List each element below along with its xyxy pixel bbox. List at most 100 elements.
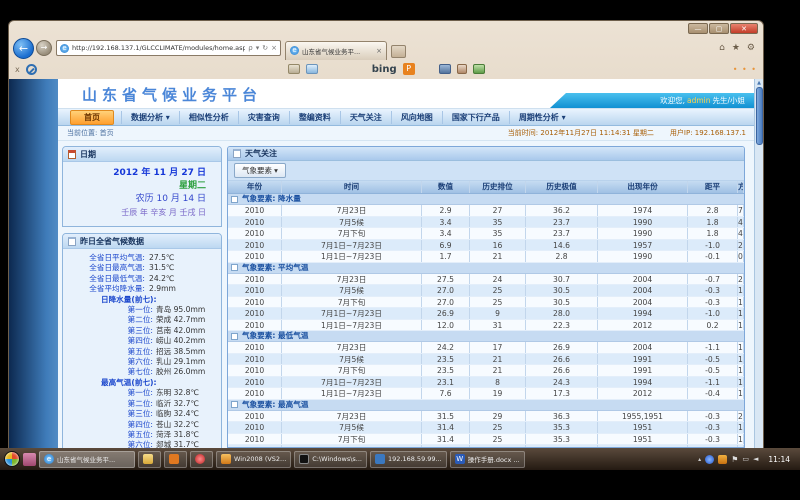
table-row[interactable]: 2010 7月5候 31.4 25 35.3 1951 -0.3 1.9 bbox=[228, 422, 744, 434]
home-icon[interactable]: ⌂ bbox=[719, 43, 725, 53]
start-button[interactable] bbox=[4, 451, 20, 467]
table-row[interactable]: 2010 7月下旬 31.4 25 35.3 1951 -0.3 1.9 bbox=[228, 434, 744, 446]
table-row[interactable]: 2010 7月5候 3.4 35 23.7 1990 1.8 4.8 bbox=[228, 217, 744, 229]
section-header-min-temp[interactable]: 气象要素: 最低气温 bbox=[228, 331, 744, 342]
favorites-star-icon[interactable]: ★ bbox=[732, 43, 740, 53]
table-row[interactable]: 2010 7月下旬 27.0 25 30.5 2004 -0.3 1.6 bbox=[228, 297, 744, 309]
cell-variance: 1.9 bbox=[738, 422, 744, 433]
cell-time: 7月5候 bbox=[282, 422, 422, 433]
table-row[interactable]: 2010 1月1日~7月23日 1.7 21 2.8 1990 -0.1 0.4 bbox=[228, 251, 744, 263]
expand-toggle-icon[interactable] bbox=[231, 196, 238, 203]
precip-ranking-row: 第二位: 荣成 42.7mm bbox=[65, 315, 215, 325]
minimize-button[interactable]: — bbox=[688, 23, 708, 34]
taskbar-button[interactable] bbox=[164, 451, 187, 468]
tray-expand-icon[interactable]: ▴ bbox=[698, 456, 701, 463]
browser-tab[interactable]: e 山东省气候业务平... × bbox=[285, 41, 387, 60]
table-row[interactable]: 2010 7月1日~7月23日 26.9 9 28.0 1994 -1.0 1.… bbox=[228, 308, 744, 320]
expand-toggle-icon[interactable] bbox=[231, 264, 238, 271]
taskbar-button[interactable]: e 山东省气候业务平... bbox=[39, 451, 135, 468]
bing-tile-icon[interactable]: P bbox=[403, 63, 415, 75]
blocked-circle-icon[interactable] bbox=[26, 64, 37, 75]
nav-item[interactable]: 相似性分析 bbox=[179, 111, 238, 124]
refresh-icon[interactable]: ↻ bbox=[262, 44, 268, 52]
table-row[interactable]: 2010 7月1日~7月23日 31.5 9 33.0 1997 -1.0 1.… bbox=[228, 445, 744, 447]
taskbar-button[interactable]: 192.168.59.99... bbox=[370, 451, 447, 468]
back-button[interactable]: ← bbox=[13, 38, 34, 59]
high-temp-ranking-row: 第一位: 东明 32.8℃ bbox=[65, 388, 215, 398]
table-row[interactable]: 2010 7月5候 23.5 21 26.6 1991 -0.5 1.6 bbox=[228, 354, 744, 366]
pinned-app-icon[interactable] bbox=[23, 453, 36, 466]
table-row[interactable]: 2010 7月1日~7月23日 6.9 16 14.6 1957 -1.0 2.… bbox=[228, 240, 744, 252]
toolbar-overflow-icon[interactable]: • • • bbox=[733, 65, 757, 74]
messenger-icon[interactable] bbox=[705, 455, 714, 464]
volume-icon[interactable]: ◄ bbox=[753, 455, 758, 464]
figure-icon[interactable] bbox=[457, 64, 467, 74]
table-row[interactable]: 2010 7月下旬 3.4 35 23.7 1990 1.8 4.8 bbox=[228, 228, 744, 240]
cell-extreme-year: 1957 bbox=[598, 240, 688, 251]
cell-value: 23.5 bbox=[422, 365, 470, 376]
table-row[interactable]: 2010 7月23日 27.5 24 30.7 2004 -0.7 2.0 bbox=[228, 274, 744, 286]
section-header-max-temp[interactable]: 气象要素: 最高气温 bbox=[228, 400, 744, 411]
page-scrollbar[interactable]: ▲ bbox=[754, 79, 763, 448]
table-row[interactable]: 2010 1月1日~7月23日 12.0 31 22.3 2012 0.2 1.… bbox=[228, 320, 744, 332]
addon-icon[interactable] bbox=[473, 64, 485, 74]
expand-toggle-icon[interactable] bbox=[231, 333, 238, 340]
security-icon[interactable] bbox=[718, 455, 727, 464]
url-text[interactable]: http://192.168.137.1/GLCCLIMATE/modules/… bbox=[72, 44, 245, 52]
stop-icon[interactable]: × bbox=[271, 44, 277, 52]
nav-item[interactable]: 整编资料 bbox=[289, 111, 340, 124]
search-icon[interactable]: ρ bbox=[248, 44, 252, 52]
table-row[interactable]: 2010 7月1日~7月23日 23.1 8 24.3 1994 -1.1 1.… bbox=[228, 377, 744, 389]
section-header-precip[interactable]: 气象要素: 降水量 bbox=[228, 194, 744, 205]
cell-time: 7月下旬 bbox=[282, 297, 422, 308]
bing-logo[interactable]: bing bbox=[372, 64, 397, 75]
action-center-flag-icon[interactable]: ⚑ bbox=[731, 455, 738, 464]
tab-title[interactable]: 山东省气候业务平... bbox=[302, 46, 373, 56]
mail-icon[interactable] bbox=[306, 64, 318, 74]
nav-item[interactable]: 国家下行产品 bbox=[442, 111, 509, 124]
address-bar[interactable]: e http://192.168.137.1/GLCCLIMATE/module… bbox=[56, 40, 281, 56]
camera-icon[interactable] bbox=[439, 64, 451, 74]
cell-value: 3.4 bbox=[422, 217, 470, 228]
table-row[interactable]: 2010 7月23日 31.5 29 36.3 1955,1951 -0.3 2… bbox=[228, 411, 744, 423]
taskbar-button[interactable]: C:\Windows\s... bbox=[294, 451, 367, 468]
table-row[interactable]: 2010 1月1日~7月23日 7.6 19 17.3 2012 -0.4 1.… bbox=[228, 388, 744, 400]
cell-extreme: 2.8 bbox=[526, 251, 598, 262]
maximize-button[interactable]: ▢ bbox=[709, 23, 729, 34]
nav-item[interactable]: 天气关注 bbox=[340, 111, 391, 124]
table-row[interactable]: 2010 7月23日 24.2 17 26.9 2004 -1.1 1.8 bbox=[228, 342, 744, 354]
expand-toggle-icon[interactable] bbox=[231, 401, 238, 408]
cell-rank: 16 bbox=[470, 240, 526, 251]
nav-item[interactable]: 周期性分析 ▾ bbox=[509, 111, 575, 124]
breadcrumb: 当前位置: 首页 bbox=[67, 128, 114, 138]
cell-year: 2010 bbox=[228, 205, 282, 216]
network-icon[interactable]: ▭ bbox=[742, 455, 749, 464]
settings-gear-icon[interactable]: ⚙ bbox=[747, 43, 755, 53]
toolbar-close-icon[interactable]: x bbox=[15, 65, 20, 74]
content-area: 日期 2012 年 11 月 27 日 星期二 农历 10 月 14 日 壬辰 … bbox=[58, 142, 755, 448]
nav-item[interactable]: 风向地图 bbox=[391, 111, 442, 124]
forward-button[interactable]: → bbox=[36, 40, 52, 56]
card-icon[interactable] bbox=[288, 64, 300, 74]
summary-row: 全省日最高气温: 31.5℃ bbox=[65, 263, 215, 273]
nav-item[interactable]: 首页 bbox=[70, 110, 114, 125]
table-row[interactable]: 2010 7月下旬 23.5 21 26.6 1991 -0.5 1.6 bbox=[228, 365, 744, 377]
taskbar-button[interactable]: W 操作手册.docx ... bbox=[450, 451, 525, 468]
table-row[interactable]: 2010 7月23日 2.9 27 36.2 1974 2.8 7.6 bbox=[228, 205, 744, 217]
taskbar-button[interactable]: Win2008 (VS2... bbox=[216, 451, 291, 468]
tab-close-icon[interactable]: × bbox=[376, 47, 382, 55]
nav-item[interactable]: 灾害查询 bbox=[238, 111, 289, 124]
cell-rank: 35 bbox=[470, 217, 526, 228]
close-button[interactable]: ✕ bbox=[730, 23, 758, 34]
table-row[interactable]: 2010 7月5候 27.0 25 30.5 2004 -0.3 1.6 bbox=[228, 285, 744, 297]
scrollbar-thumb[interactable] bbox=[756, 87, 763, 145]
taskbar-button[interactable] bbox=[138, 451, 161, 468]
new-tab-button[interactable] bbox=[391, 45, 406, 58]
taskbar-clock[interactable]: 11:14 bbox=[762, 455, 796, 464]
nav-item[interactable]: 数据分析 ▾ bbox=[121, 111, 179, 124]
scroll-up-icon[interactable]: ▲ bbox=[757, 79, 761, 87]
element-filter-button[interactable]: 气象要素 ▾ bbox=[234, 163, 286, 178]
taskbar-button[interactable] bbox=[190, 451, 213, 468]
search-dropdown-icon[interactable]: ▾ bbox=[256, 44, 260, 52]
section-header-mean-temp[interactable]: 气象要素: 平均气温 bbox=[228, 263, 744, 274]
